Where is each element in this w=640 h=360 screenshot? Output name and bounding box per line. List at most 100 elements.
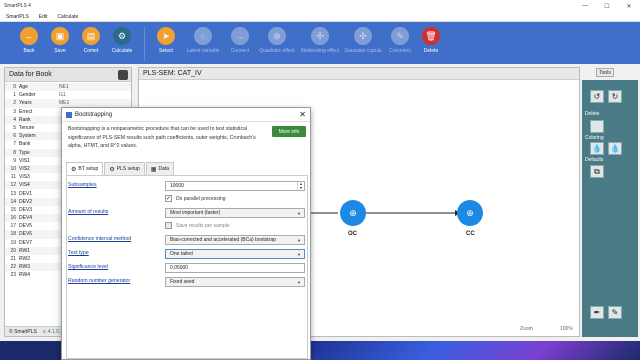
undo-icon[interactable]: ↺	[590, 90, 604, 103]
pen-icon[interactable]: ✒	[590, 306, 604, 319]
toolbar-moderating-effect-button[interactable]: ✣ Moderating effect	[299, 27, 341, 54]
toolbar-latent-variable-button[interactable]: ○ Latent variable	[182, 27, 224, 54]
tab-bt-setup[interactable]: ⚙ BT setup	[66, 162, 104, 175]
parallel-processing-checkbox[interactable]: ✓ Do parallel processing	[165, 195, 225, 202]
toolbar-connect-button[interactable]: → Connect	[225, 27, 255, 54]
menu-smartpls[interactable]: SmartPLS	[6, 14, 29, 20]
toolbar-delete-button[interactable]: 🗑 Delete	[416, 27, 446, 54]
zoom-control[interactable]: 100%	[560, 326, 573, 332]
row-index: 6	[13, 133, 16, 140]
amount-select[interactable]: Most important (faster) ▼	[165, 208, 305, 218]
save-results-checkbox[interactable]: Save results per sample	[165, 222, 230, 229]
toolbar-label: Back	[23, 48, 35, 54]
node-label-cc: CC	[466, 231, 475, 237]
indicator-name: Type	[19, 149, 30, 156]
indicator-name: VIS3	[19, 174, 30, 181]
gear-icon: ⚙	[71, 166, 77, 173]
fill-color-icon[interactable]: 💧	[590, 142, 604, 155]
more-info-button[interactable]: More info	[272, 126, 306, 137]
row-index: 12	[10, 182, 16, 189]
brand-label: © SmartPLS	[9, 328, 37, 335]
toolbar-label: Moderating effect	[300, 48, 340, 54]
menu-bar: SmartPLS Edit Calculate	[0, 12, 640, 22]
toolbar-label: Delete	[423, 48, 439, 54]
text-color-icon[interactable]: 💧	[608, 142, 622, 155]
title-bar: SmartPLS 4 — ☐ ✕	[0, 0, 640, 12]
save-icon: ▣	[51, 27, 69, 45]
latent-variable-cc[interactable]: ⊕	[457, 200, 483, 226]
toolbar-gaussian-copula-button[interactable]: ✣ Gaussian copula	[342, 27, 384, 54]
row-index: 2	[13, 100, 16, 107]
tab-label: BT setup	[78, 166, 99, 172]
toolbar-comment-button[interactable]: ✎ Comment	[385, 27, 415, 54]
rng-label[interactable]: Random number generator	[68, 278, 130, 284]
toolbar-label: Select	[159, 48, 173, 54]
maximize-button[interactable]: ☐	[596, 3, 618, 10]
indicator-name: DEV7	[19, 239, 33, 246]
close-icon[interactable]: ✕	[299, 110, 306, 119]
indicator-name: DEV5	[19, 223, 33, 230]
tools-button[interactable]: Tools	[596, 68, 614, 77]
subsamples-stepper[interactable]: 10000 ▲ ▼	[165, 181, 305, 191]
latent-variable-oc[interactable]: ⊕	[340, 200, 366, 226]
menu-edit[interactable]: Edit	[39, 14, 48, 20]
ci-method-select[interactable]: Bias-corrected and accelerated (BCa) boo…	[165, 235, 305, 245]
significance-value: 0.05000	[170, 265, 189, 271]
list-item[interactable]: 1 Gender G1	[5, 91, 131, 99]
row-index: 10	[10, 165, 16, 172]
tab-data[interactable]: ▦ Data	[145, 162, 175, 175]
delete-tool-icon[interactable]	[590, 120, 604, 133]
indicator-name: RW4	[19, 272, 31, 279]
tab-pls-setup[interactable]: ⚙ PLS setup	[104, 162, 145, 175]
delete-data-icon[interactable]	[118, 69, 128, 80]
row-index: 0	[13, 84, 16, 91]
table-icon: ▦	[150, 166, 157, 173]
significance-label[interactable]: Significance level	[68, 264, 108, 270]
subsamples-label[interactable]: Subsamples	[68, 182, 97, 188]
toolbar-back-button[interactable]: ← Back	[14, 27, 44, 54]
test-type-select[interactable]: One tailed ▼	[165, 249, 305, 259]
menu-calculate[interactable]: Calculate	[57, 14, 78, 20]
toolbar-label: Quadratic effect	[259, 48, 295, 54]
toolbar-label: Comet	[83, 48, 99, 54]
chevron-down-icon: ▼	[297, 210, 301, 216]
toolbar-save-button[interactable]: ▣ Save	[45, 27, 75, 54]
connect-icon: →	[231, 27, 249, 45]
rng-select[interactable]: Fixed seed ▼	[165, 277, 305, 287]
dialog-title-bar: Bootstrapping ✕	[62, 108, 310, 122]
delete-section-label: Delete	[585, 111, 600, 117]
toolbar-calculate-button[interactable]: ⚙ Calculate	[107, 27, 137, 54]
ci-method-label[interactable]: Confidence interval method	[68, 236, 131, 242]
defaults-icon[interactable]: ⧉	[590, 165, 604, 178]
minimize-button[interactable]: —	[574, 3, 596, 10]
close-window-button[interactable]: ✕	[618, 3, 640, 10]
node-label-oc: OC	[348, 231, 357, 237]
brush-icon[interactable]: ✎	[608, 306, 622, 319]
rng-value: Fixed seed	[170, 279, 195, 285]
toolbar-comet-button[interactable]: ▤ Comet	[76, 27, 106, 54]
test-type-label[interactable]: Test type	[68, 250, 89, 256]
row-index: 19	[10, 239, 16, 246]
significance-input[interactable]: 0.05000	[165, 263, 305, 273]
test-value: One tailed	[170, 251, 193, 257]
tab-label: PLS setup	[116, 166, 140, 172]
row-index: 16	[10, 215, 16, 222]
row-index: 15	[10, 206, 16, 213]
checkmark-icon: ✓	[165, 195, 172, 202]
list-item[interactable]: 0 Age NE1	[5, 83, 131, 92]
amount-label[interactable]: Amount of results	[68, 209, 108, 215]
indicator-code: G1	[59, 92, 66, 99]
subsamples-value: 10000	[170, 183, 184, 189]
coloring-section-label: Coloring	[585, 135, 604, 141]
stepper-arrows-icon[interactable]: ▲ ▼	[297, 182, 304, 190]
indicator-name: DEV3	[19, 206, 33, 213]
row-index: 7	[13, 141, 16, 148]
indicator-name: DEV6	[19, 231, 33, 238]
toolbar-quadratic-effect-button[interactable]: ⊕ Quadratic effect	[256, 27, 298, 54]
toolbar-label: Latent variable	[186, 48, 220, 54]
toolbar-label: Comment	[389, 48, 411, 54]
row-index: 22	[10, 264, 16, 271]
redo-icon[interactable]: ↻	[608, 90, 622, 103]
amount-value: Most important (faster)	[170, 210, 221, 216]
toolbar-select-button[interactable]: ➤ Select	[151, 27, 181, 54]
